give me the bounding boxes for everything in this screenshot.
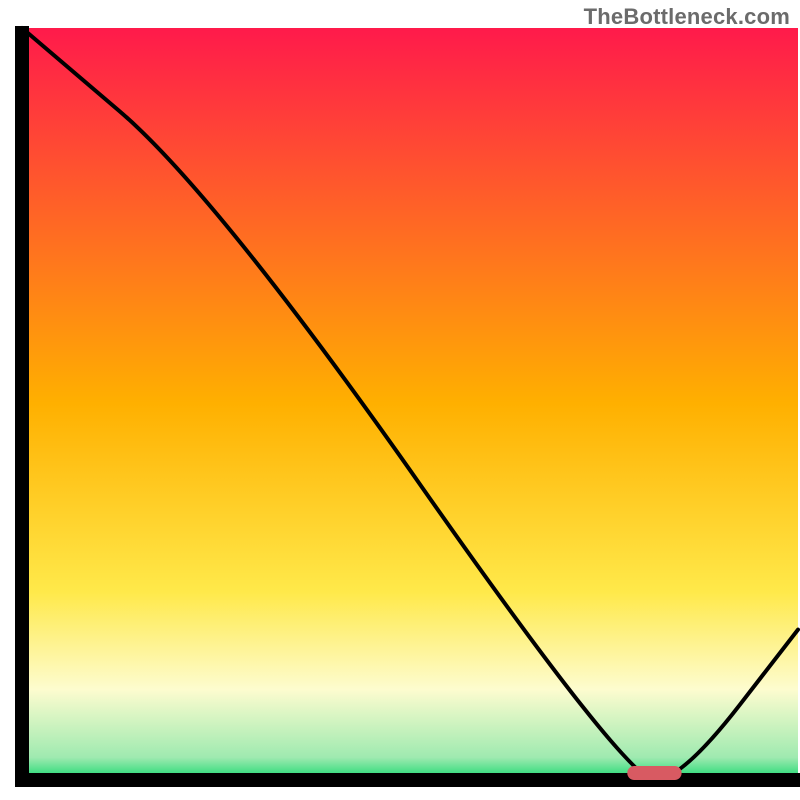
optimal-range-marker [627,766,681,780]
bottleneck-chart [0,0,800,800]
watermark-text: TheBottleneck.com [584,4,790,30]
plot-background [22,28,798,780]
chart-container: TheBottleneck.com [0,0,800,800]
